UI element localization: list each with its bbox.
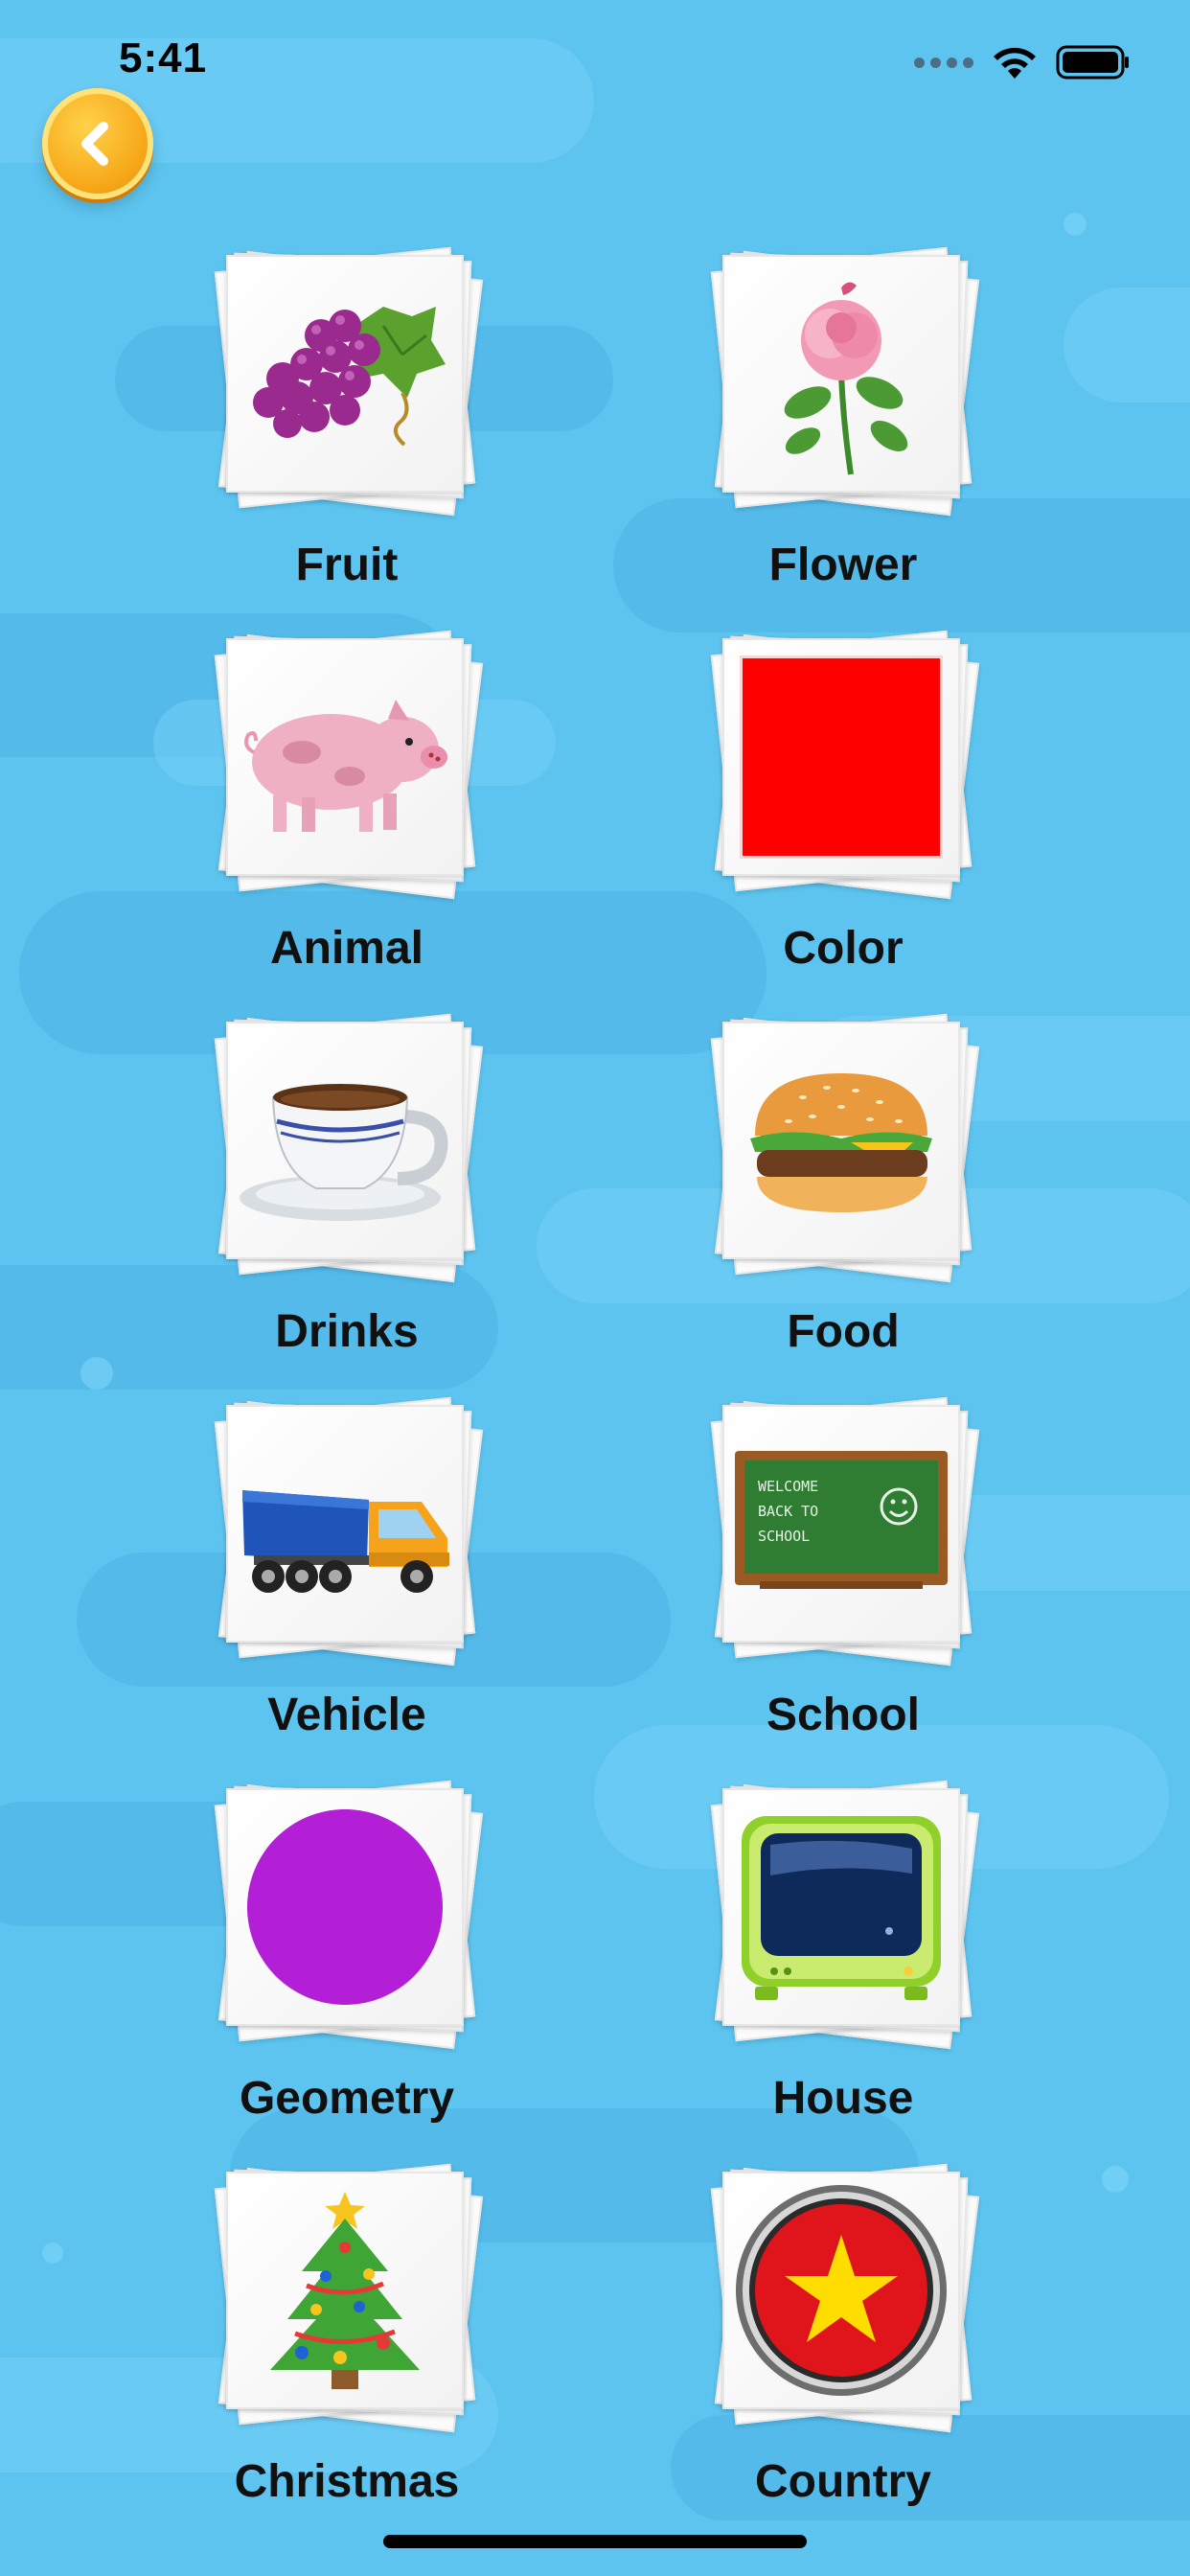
card-stack	[709, 623, 980, 901]
rose-icon	[784, 282, 908, 475]
category-tile-flower[interactable]: Flower	[642, 240, 1044, 604]
category-label: Fruit	[295, 540, 399, 590]
category-label: Color	[783, 923, 904, 974]
category-label: Animal	[269, 923, 424, 974]
category-label: Geometry	[239, 2073, 455, 2124]
category-label: Christmas	[234, 2456, 460, 2507]
category-tile-food[interactable]: Food	[642, 1006, 1044, 1370]
chalkboard-icon: WELCOME BACK TO SCHOOL	[735, 1451, 948, 1589]
chalkboard-text-line-3: SCHOOL	[758, 1528, 810, 1545]
red-square-icon	[743, 658, 940, 856]
card-stack: WELCOME BACK TO SCHOOL	[709, 1390, 980, 1668]
pig-icon	[244, 700, 447, 832]
coffee-cup-icon	[240, 1084, 448, 1221]
television-icon	[742, 1816, 941, 2000]
category-tile-christmas[interactable]: Christmas	[146, 2156, 548, 2520]
card-stack	[213, 623, 484, 901]
category-tile-fruit[interactable]: Fruit	[146, 240, 548, 604]
card-stack	[213, 1773, 484, 2051]
battery-icon	[1056, 45, 1129, 80]
home-indicator[interactable]	[383, 2535, 807, 2548]
category-tile-drinks[interactable]: Drinks	[146, 1006, 548, 1370]
card-stack	[709, 240, 980, 518]
category-tile-country[interactable]: Country	[642, 2156, 1044, 2520]
category-label: Drinks	[275, 1306, 419, 1357]
chalkboard-text-line-2: BACK TO	[758, 1503, 818, 1520]
grapes-icon	[253, 307, 446, 447]
hamburger-icon	[750, 1073, 932, 1212]
card-stack	[213, 2156, 484, 2434]
category-label: Country	[755, 2456, 931, 2507]
card-stack	[213, 1006, 484, 1284]
category-label: Vehicle	[267, 1690, 426, 1740]
chalkboard-text-line-1: WELCOME	[758, 1478, 818, 1495]
chevron-left-icon	[81, 122, 108, 166]
category-tile-geometry[interactable]: Geometry	[146, 1773, 548, 2137]
status-time: 5:41	[119, 34, 208, 81]
purple-circle-icon	[247, 1809, 443, 2005]
card-stack	[213, 240, 484, 518]
back-button[interactable]	[42, 88, 153, 199]
category-label: Food	[787, 1306, 900, 1357]
card-stack	[213, 1390, 484, 1668]
category-tile-vehicle[interactable]: Vehicle	[146, 1390, 548, 1754]
status-icons	[914, 44, 1131, 80]
vietnam-flag-icon	[736, 2185, 947, 2396]
category-tile-school[interactable]: WELCOME BACK TO SCHOOL School	[642, 1390, 1044, 1754]
category-label: School	[766, 1690, 920, 1740]
card-stack	[709, 1773, 980, 2051]
truck-icon	[242, 1490, 449, 1593]
christmas-tree-icon	[270, 2192, 420, 2389]
wifi-icon	[994, 47, 1036, 79]
category-tile-color[interactable]: Color	[642, 623, 1044, 987]
card-stack	[709, 1006, 980, 1284]
category-label: House	[772, 2073, 914, 2124]
category-label: Flower	[768, 540, 918, 590]
category-tile-animal[interactable]: Animal	[146, 623, 548, 987]
cellular-signal-icon	[914, 57, 973, 68]
status-bar: 5:41	[0, 0, 1190, 126]
card-stack	[709, 2156, 980, 2434]
category-tile-house[interactable]: House	[642, 1773, 1044, 2137]
